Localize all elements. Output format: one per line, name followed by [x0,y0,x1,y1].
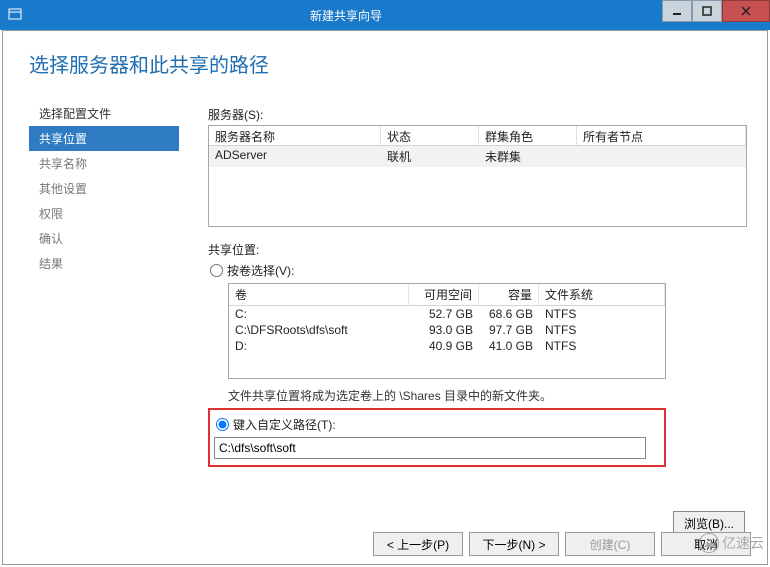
server-status-cell: 联机 [381,148,479,165]
col-server-name[interactable]: 服务器名称 [209,126,381,145]
share-location-label: 共享位置: [208,241,747,258]
watermark: ☁ 亿速云 [699,533,764,553]
close-button[interactable] [722,0,770,22]
cloud-icon: ☁ [699,533,719,553]
minimize-button[interactable] [662,0,692,22]
volumes-header[interactable]: 卷 可用空间 容量 文件系统 [229,284,665,306]
server-name-cell: ADServer [209,148,381,165]
previous-button[interactable]: < 上一步(P) [373,532,463,556]
col-owner-node[interactable]: 所有者节点 [577,126,746,145]
nav-permissions: 权限 [29,201,179,226]
server-role-cell: 未群集 [479,148,577,165]
custom-path-input[interactable] [214,437,646,459]
col-filesystem[interactable]: 文件系统 [539,284,665,305]
col-cluster-role[interactable]: 群集角色 [479,126,577,145]
window-title: 新建共享向导 [30,7,662,24]
by-volume-radio[interactable] [210,264,223,277]
volume-row[interactable]: D: 40.9 GB 41.0 GB NTFS [229,338,665,354]
nav-share-location[interactable]: 共享位置 [29,126,179,151]
maximize-button[interactable] [692,0,722,22]
nav-share-name: 共享名称 [29,151,179,176]
volume-row[interactable]: C: 52.7 GB 68.6 GB NTFS [229,306,665,322]
col-capacity[interactable]: 容量 [479,284,539,305]
col-status[interactable]: 状态 [381,126,479,145]
server-row[interactable]: ADServer 联机 未群集 [209,146,746,167]
volumes-table: 卷 可用空间 容量 文件系统 C: 52.7 GB 68.6 GB NTFS C… [228,283,666,379]
app-icon [0,8,30,22]
titlebar: 新建共享向导 [0,0,770,30]
nav-results: 结果 [29,251,179,276]
by-volume-radio-row[interactable]: 按卷选择(V): [208,260,747,281]
nav-confirm: 确认 [29,226,179,251]
server-owner-cell [577,148,746,165]
servers-label: 服务器(S): [208,106,747,123]
next-button[interactable]: 下一步(N) > [469,532,559,556]
nav-other-settings: 其他设置 [29,176,179,201]
custom-path-radio-row[interactable]: 键入自定义路径(T): [214,414,660,435]
wizard-nav: 选择配置文件 共享位置 共享名称 其他设置 权限 确认 结果 [29,101,179,276]
by-volume-label: 按卷选择(V): [227,262,294,279]
servers-header[interactable]: 服务器名称 状态 群集角色 所有者节点 [209,126,746,146]
volume-row[interactable]: C:\DFSRoots\dfs\soft 93.0 GB 97.7 GB NTF… [229,322,665,338]
page-title: 选择服务器和此共享的路径 [3,31,767,78]
servers-table: 服务器名称 状态 群集角色 所有者节点 ADServer 联机 未群集 [208,125,747,227]
create-button: 创建(C) [565,532,655,556]
watermark-text: 亿速云 [722,533,764,553]
col-free-space[interactable]: 可用空间 [409,284,479,305]
wizard-footer: < 上一步(P) 下一步(N) > 创建(C) 取消 [373,532,751,556]
nav-select-profile[interactable]: 选择配置文件 [29,101,179,126]
shares-folder-note: 文件共享位置将成为选定卷上的 \Shares 目录中的新文件夹。 [228,387,747,404]
custom-path-label: 键入自定义路径(T): [233,416,336,433]
custom-path-radio[interactable] [216,418,229,431]
col-volume[interactable]: 卷 [229,284,409,305]
custom-path-highlight: 键入自定义路径(T): [208,408,666,467]
